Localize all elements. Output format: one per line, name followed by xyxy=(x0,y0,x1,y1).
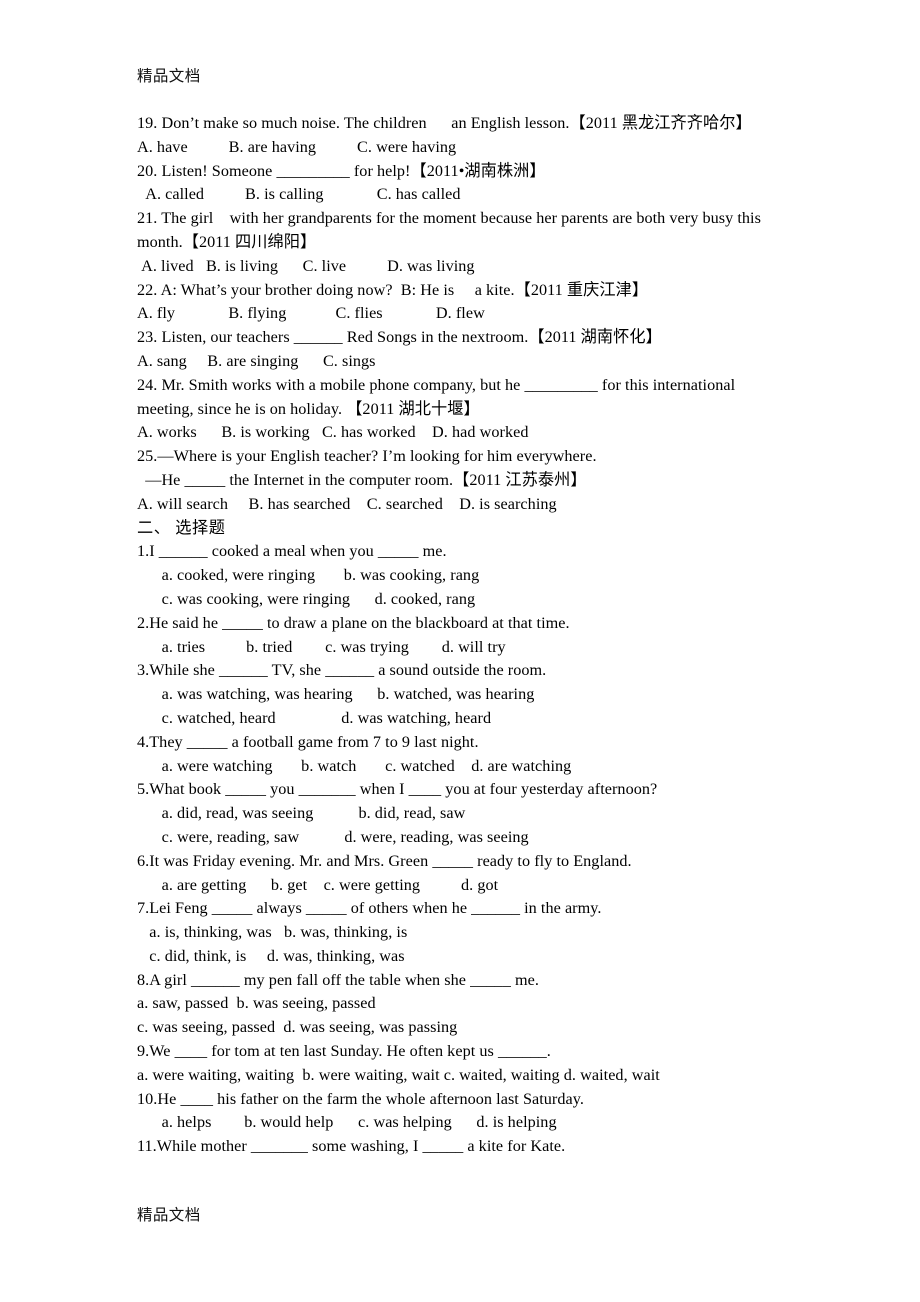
text-line: a. tries b. tried c. was trying d. will … xyxy=(137,637,506,656)
text-line: meeting, since he is on holiday. 【2011 湖… xyxy=(137,399,480,418)
text-line: a. are getting b. get c. were getting d.… xyxy=(137,875,499,894)
text-line: a. did, read, was seeing b. did, read, s… xyxy=(137,804,466,823)
text-line: a. cooked, were ringing b. was cooking, … xyxy=(137,566,480,585)
text-line: 8.A girl ______ my pen fall off the tabl… xyxy=(137,970,539,989)
text-line: c. was cooking, were ringing d. cooked, … xyxy=(137,589,476,608)
text-line: 25.—Where is your English teacher? I’m l… xyxy=(137,447,597,466)
text-line: 22. A: What’s your brother doing now? B:… xyxy=(137,280,649,299)
text-line: 11.While mother _______ some washing, I … xyxy=(137,1137,566,1156)
text-line: a. helps b. would help c. was helping d.… xyxy=(137,1113,557,1132)
text-line: 24. Mr. Smith works with a mobile phone … xyxy=(137,375,736,394)
section-heading: 二、 选择题 xyxy=(137,518,226,537)
text-line: 10.He ____ his father on the farm the wh… xyxy=(137,1089,584,1108)
text-line: A. will search B. has searched C. search… xyxy=(137,494,557,513)
text-line: 21. The girl with her grandparents for t… xyxy=(137,209,761,228)
text-line: 5.What book _____ you _______ when I ___… xyxy=(137,780,658,799)
text-line: 4.They _____ a football game from 7 to 9… xyxy=(137,732,479,751)
text-line: 3.While she ______ TV, she ______ a soun… xyxy=(137,661,547,680)
text-line: A. lived B. is living C. live D. was liv… xyxy=(137,256,475,275)
text-line: a. was watching, was hearing b. watched,… xyxy=(137,685,535,704)
text-line: 2.He said he _____ to draw a plane on th… xyxy=(137,613,570,632)
text-line: a. saw, passed b. was seeing, passed xyxy=(137,994,376,1013)
text-line: 6.It was Friday evening. Mr. and Mrs. Gr… xyxy=(137,851,632,870)
text-line: 19. Don’t make so much noise. The childr… xyxy=(137,114,752,132)
text-line: a. were watching b. watch c. watched d. … xyxy=(137,756,572,775)
text-line: 20. Listen! Someone _________ for help!【… xyxy=(137,161,546,180)
text-line: c. did, think, is d. was, thinking, was xyxy=(137,946,405,965)
document-page: 精品文档 19. Don’t make so much noise. The c… xyxy=(0,0,920,1302)
text-line: 7.Lei Feng _____ always _____ of others … xyxy=(137,899,602,918)
text-line: c. was seeing, passed d. was seeing, was… xyxy=(137,1018,458,1037)
text-line: A. fly B. flying C. flies D. flew xyxy=(137,304,485,323)
text-line: A. works B. is working C. has worked D. … xyxy=(137,423,529,442)
text-line: A. called B. is calling C. has called xyxy=(137,185,461,204)
text-line: 1.I ______ cooked a meal when you _____ … xyxy=(137,542,447,561)
text-line: 23. Listen, our teachers ______ Red Song… xyxy=(137,328,662,347)
text-line: 9.We ____ for tom at ten last Sunday. He… xyxy=(137,1042,551,1061)
text-line: month.【2011 四川绵阳】 xyxy=(137,232,317,251)
text-line: c. watched, heard d. was watching, heard xyxy=(137,708,492,727)
text-line: A. sang B. are singing C. sings xyxy=(137,351,376,370)
text-line: c. were, reading, saw d. were, reading, … xyxy=(137,827,529,846)
watermark-bottom: 精品文档 xyxy=(137,1207,201,1224)
text-line: a. is, thinking, was b. was, thinking, i… xyxy=(137,923,408,942)
text-line: a. were waiting, waiting b. were waiting… xyxy=(137,1065,660,1084)
text-line: —He _____ the Internet in the computer r… xyxy=(137,470,587,489)
text-line: A. have B. are having C. were having xyxy=(137,137,457,156)
watermark-top: 精品文档 xyxy=(137,68,201,85)
document-body: 19. Don’t make so much noise. The childr… xyxy=(137,112,787,1159)
